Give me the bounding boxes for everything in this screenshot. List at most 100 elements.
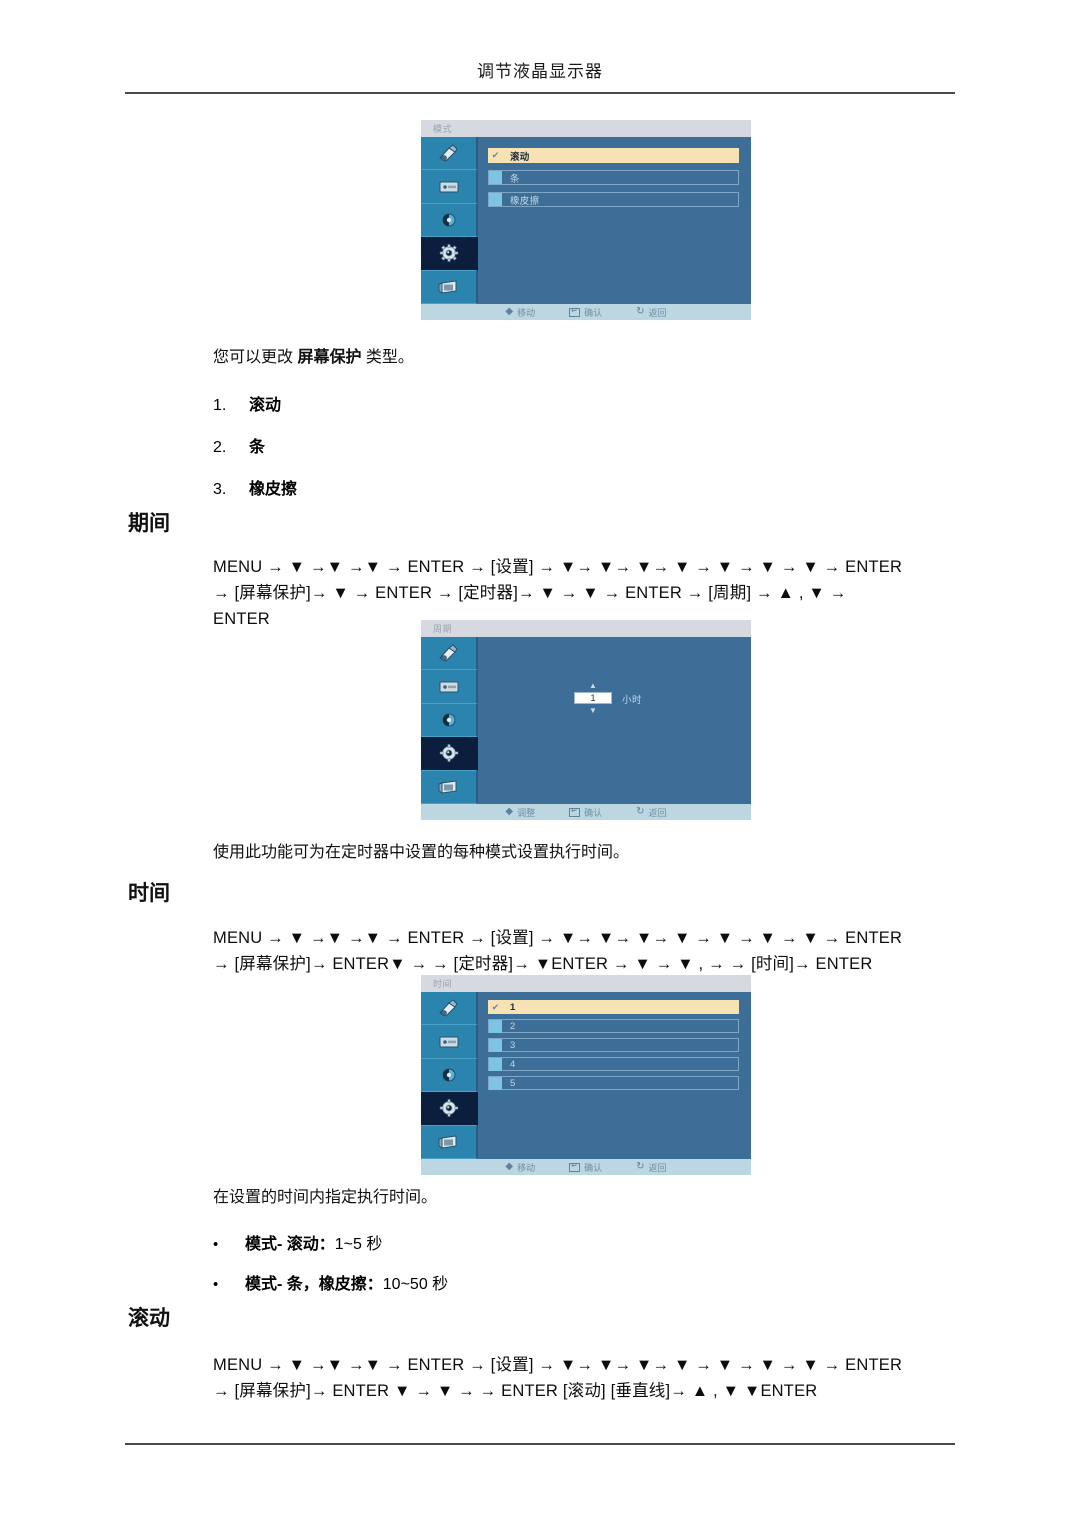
osd-time-row-label: 4 — [510, 1058, 516, 1070]
check-icon: ✔ — [489, 149, 502, 162]
osd-mode-row-bar[interactable]: 条 — [488, 170, 739, 185]
display-icon — [439, 1036, 458, 1048]
screen-icon — [438, 280, 456, 294]
osd-footer-move-label: 移动 — [517, 307, 536, 318]
list-item: • 模式- 滚动：1~5 秒 — [213, 1225, 448, 1265]
osd-sidebar-item-setup[interactable] — [421, 237, 478, 271]
osd-footer-move-label: 移动 — [517, 1162, 536, 1173]
osd-cycle-body: ▲ 1 ▼ 小时 — [421, 637, 751, 805]
osd-mode-body: ✔ 滚动 条 橡皮擦 — [421, 137, 751, 305]
intro-text-post: 类型。 — [361, 349, 414, 366]
osd-footer-enter: 确认 — [569, 306, 602, 319]
return-arrow-icon: ↻ — [636, 1161, 645, 1172]
keyseq-scroll-line1: MENU → ▼ →▼ →▼ → ENTER → [设置] → ▼→ ▼→ ▼→… — [213, 1356, 903, 1374]
osd-time-list: ✔ 1 2 3 4 5 — [478, 992, 751, 1159]
bullet-chip-icon — [489, 1019, 502, 1033]
bullet-chip-icon — [489, 1057, 502, 1071]
footer-divider — [125, 1443, 955, 1445]
time-range-bullets: • 模式- 滚动：1~5 秒 • 模式- 条，橡皮擦：10~50 秒 — [213, 1225, 448, 1305]
screen-icon — [438, 1135, 456, 1149]
bullet-chip-icon — [489, 1038, 502, 1052]
keyseq-duration-line1: MENU → ▼ →▼ →▼ → ENTER → [设置] → ▼→ ▼→ ▼→… — [213, 558, 903, 576]
osd-sidebar-item-multicontrol[interactable] — [421, 770, 478, 805]
keyseq-time-line1: MENU → ▼ →▼ →▼ → ENTER → [设置] → ▼→ ▼→ ▼→… — [213, 929, 903, 947]
hour-value[interactable]: 1 — [574, 692, 612, 704]
osd-time-body: ✔ 1 2 3 4 5 — [421, 992, 751, 1160]
display-icon — [439, 681, 458, 693]
keyseq-scroll-line2: → [屏幕保护]→ ENTER ▼ → ▼ → → ENTER [滚动] [垂直… — [213, 1382, 818, 1400]
hour-stepper[interactable]: ▲ 1 ▼ 小时 — [574, 681, 642, 715]
osd-time-row-5[interactable]: 5 — [488, 1076, 739, 1090]
list-item-number: 3. — [213, 481, 227, 498]
osd-footer-enter: 确认 — [569, 1161, 602, 1174]
triangle-down-icon[interactable]: ▼ — [589, 706, 597, 715]
osd-sidebar-item-picture[interactable] — [421, 137, 478, 171]
screen-saver-type-list: 1. 滚动 2. 条 3. 橡皮擦 — [213, 385, 297, 511]
keyseq-time: MENU → ▼ →▼ →▼ → ENTER → [设置] → ▼→ ▼→ ▼→… — [213, 925, 973, 977]
osd-time-row-4[interactable]: 4 — [488, 1057, 739, 1071]
triangle-up-icon[interactable]: ▲ — [589, 681, 597, 690]
sound-icon — [442, 1068, 455, 1082]
osd-sidebar-item-multicontrol[interactable] — [421, 270, 478, 305]
updown-diamond-icon: ◆ — [505, 1161, 514, 1172]
gear-icon — [439, 244, 458, 263]
return-arrow-icon: ↻ — [636, 306, 645, 317]
osd-sidebar-item-sound[interactable] — [421, 1058, 478, 1093]
brush-icon — [438, 644, 458, 662]
osd-mode-row-scroll[interactable]: ✔ 滚动 — [488, 148, 739, 163]
osd-footer-enter-label: 确认 — [584, 1162, 603, 1173]
osd-sidebar-item-picture[interactable] — [421, 992, 478, 1026]
osd-sidebar-item-multicontrol[interactable] — [421, 1125, 478, 1160]
enter-key-icon — [569, 306, 581, 317]
list-item: 1. 滚动 — [213, 385, 297, 427]
bullet-label: 模式- 滚动： — [245, 1236, 335, 1253]
osd-time-row-2[interactable]: 2 — [488, 1019, 739, 1033]
osd-sidebar-item-display[interactable] — [421, 170, 478, 204]
list-item-label: 滚动 — [249, 397, 282, 414]
bullet-chip-icon — [489, 193, 502, 206]
osd-sidebar-item-picture[interactable] — [421, 637, 478, 671]
list-item-number: 2. — [213, 439, 227, 456]
osd-sidebar-item-display[interactable] — [421, 1025, 478, 1059]
updown-diamond-icon: ◆ — [505, 306, 514, 317]
list-item: • 模式- 条，橡皮擦：10~50 秒 — [213, 1265, 448, 1305]
hour-stepper-column: ▲ 1 ▼ — [574, 681, 612, 715]
enter-key-icon — [569, 1161, 581, 1172]
gear-icon — [439, 1099, 458, 1118]
osd-cycle-sidebar — [421, 637, 478, 805]
osd-footer-return: ↻ 返回 — [636, 1161, 666, 1174]
header-title: 调节液晶显示器 — [477, 62, 603, 81]
bullet-label: 模式- 条，橡皮擦： — [245, 1276, 383, 1293]
bullet-chip-icon — [489, 171, 502, 184]
osd-time-row-3[interactable]: 3 — [488, 1038, 739, 1052]
osd-cycle-footer: ◆ 调整 确认 ↻ 返回 — [421, 804, 751, 820]
list-item-label: 条 — [249, 439, 266, 456]
intro-text-pre: 您可以更改 — [213, 349, 298, 366]
osd-sidebar-item-sound[interactable] — [421, 703, 478, 738]
osd-time-row-label: 3 — [510, 1039, 516, 1051]
page-header: 调节液晶显示器 — [125, 60, 955, 84]
osd-mode-footer: ◆ 移动 确认 ↻ 返回 — [421, 304, 751, 320]
osd-time-row-1[interactable]: ✔ 1 — [488, 1000, 739, 1014]
osd-footer-enter-label: 确认 — [584, 807, 603, 818]
osd-sidebar-item-display[interactable] — [421, 670, 478, 704]
osd-cycle-panel: 周期 ▲ 1 ▼ 小时 ◆ 调整 ↵ 确认 ↻ 返回 — [421, 620, 751, 820]
brush-icon — [438, 999, 458, 1017]
section-heading-scroll: 滚动 — [128, 1307, 170, 1330]
bullet-icon: • — [213, 1276, 219, 1293]
osd-time-row-label: 2 — [510, 1020, 516, 1032]
osd-footer-return-label: 返回 — [648, 307, 667, 318]
osd-sidebar-item-setup[interactable] — [421, 1092, 478, 1126]
osd-sidebar-item-sound[interactable] — [421, 203, 478, 238]
osd-sidebar-item-setup[interactable] — [421, 737, 478, 771]
enter-key-icon — [569, 806, 581, 817]
osd-time-panel: 时间 ✔ 1 2 3 4 5 ◆ 移动 ↵ 确认 ↻ 返回 — [421, 975, 751, 1175]
osd-time-row-label: 1 — [510, 1001, 516, 1013]
hour-unit-label: 小时 — [622, 694, 643, 706]
intro-text-bold: 屏幕保护 — [297, 349, 362, 366]
sound-icon — [442, 213, 455, 227]
list-item-number: 1. — [213, 397, 227, 414]
osd-footer-return-label: 返回 — [648, 1162, 667, 1173]
intro-paragraph: 您可以更改 屏幕保护 类型。 — [213, 345, 414, 371]
osd-mode-row-eraser[interactable]: 橡皮擦 — [488, 192, 739, 207]
